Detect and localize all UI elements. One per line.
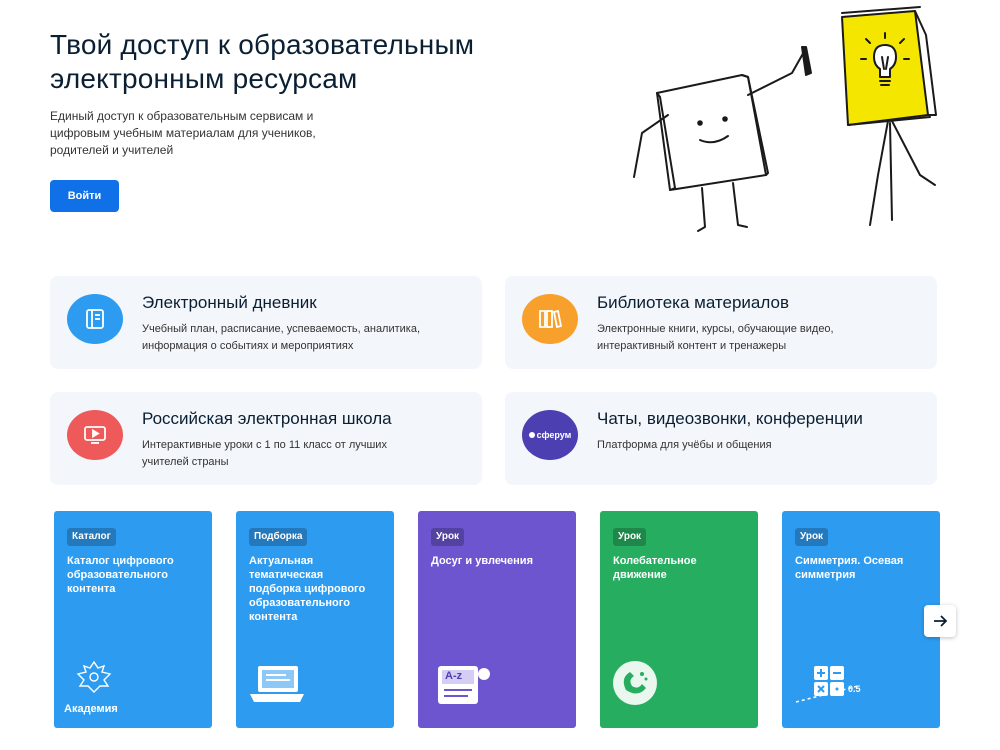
service-card-resh[interactable]: Российская электронная школа Интерактивн… [50,392,482,485]
carousel-tile[interactable]: Подборка Актуальная тематическая подборк… [236,511,394,728]
service-title: Электронный дневник [142,293,317,312]
page-title: Твой доступ к образовательным электронны… [50,28,570,96]
tile-badge: Подборка [249,528,308,546]
hero-description: Единый доступ к образовательным сервисам… [50,108,350,159]
video-play-icon [67,410,123,460]
service-title: Чаты, видеозвонки, конференции [597,409,863,428]
tile-badge: Каталог [67,528,116,546]
login-button[interactable]: Войти [50,180,119,212]
service-card-diary[interactable]: Электронный дневник Учебный план, распис… [50,276,482,369]
service-card-library[interactable]: Библиотека материалов Электронные книги,… [505,276,937,369]
academy-logo-text: Академия [64,703,118,715]
books-icon [522,294,578,344]
sferum-logo: сферум [522,410,578,460]
tile-badge: Урок [431,528,465,546]
service-title: Российская электронная школа [142,409,392,428]
laptop-icon [246,658,316,718]
dictionary-glyph: A-z [445,670,463,682]
service-description-line: интерактивный контент и тренажеры [597,340,787,352]
tile-title: Досуг и увлечения [431,554,567,568]
carousel-tile[interactable]: Урок Досуг и увлечения A-z [418,511,576,728]
service-description-line: информация о событиях и мероприятиях [142,340,354,352]
arrow-right-icon [934,615,948,627]
tile-title-line: Актуальная [249,555,314,567]
carousel-tile[interactable]: Урок Симметрия. Осевая симметрия 0.5 [782,511,940,728]
sferum-logo-text: сферум [536,430,572,440]
tile-badge: Урок [795,528,829,546]
tile-title-line: Симметрия. Осевая [795,555,904,567]
service-description-line: учителей страны [142,456,229,468]
tile-title-line: контента [67,583,116,595]
tile-title: Симметрия. Осевая симметрия [795,554,931,582]
hero-description-line: цифровым учебным материалам для учеников… [50,126,316,140]
tile-title: Каталог цифрового образовательного конте… [67,554,203,596]
tile-title-line: тематическая [249,569,324,581]
tile-title-line: симметрия [795,569,856,581]
tile-title-line: образовательного [67,569,168,581]
service-card-sferum[interactable]: сферум Чаты, видеозвонки, конференции Пл… [505,392,937,485]
service-description: Интерактивные уроки с 1 по 11 класс от л… [142,437,472,471]
tile-title: Актуальная тематическая подборка цифрово… [249,554,385,624]
service-description-line: Платформа для учёбы и общения [597,439,772,451]
service-description-line: Интерактивные уроки с 1 по 11 класс от л… [142,439,387,451]
page-title-line: электронным ресурсам [50,63,358,94]
carousel-next-button[interactable] [924,605,956,637]
tile-title-line: подборка цифрового [249,583,366,595]
diary-icon [67,294,123,344]
hero-description-line: родителей и учителей [50,143,174,157]
hero-illustration [633,6,937,232]
service-description-line: Учебный план, расписание, успеваемость, … [142,323,421,335]
tile-title-line: движение [613,569,667,581]
service-description: Электронные книги, курсы, обучающие виде… [597,321,927,355]
service-description-line: Электронные книги, курсы, обучающие виде… [597,323,834,335]
hero-description-line: Единый доступ к образовательным сервисам… [50,109,314,123]
math-symbols-icon: 0.5 [792,658,862,718]
tile-title-line: образовательного [249,597,350,609]
tile-title-line: Колебательное [613,555,697,567]
page-title-line: Твой доступ к образовательным [50,29,475,60]
tile-title: Колебательное движение [613,554,749,582]
carousel-tile[interactable]: Каталог Каталог цифрового образовательно… [54,511,212,728]
service-description: Платформа для учёбы и общения [597,437,927,454]
academy-emblem-icon: Академия [64,658,134,718]
carousel-tile[interactable]: Урок Колебательное движение [600,511,758,728]
dictionary-icon: A-z [428,658,498,718]
tile-title-line: контента [249,611,298,623]
tile-title-line: Досуг и увлечения [431,555,533,567]
service-description: Учебный план, расписание, успеваемость, … [142,321,472,355]
tile-badge: Урок [613,528,647,546]
tile-title-line: Каталог цифрового [67,555,174,567]
magnet-icon [610,658,680,718]
math-glyph: 0.5 [848,684,861,694]
service-title: Библиотека материалов [597,293,789,312]
